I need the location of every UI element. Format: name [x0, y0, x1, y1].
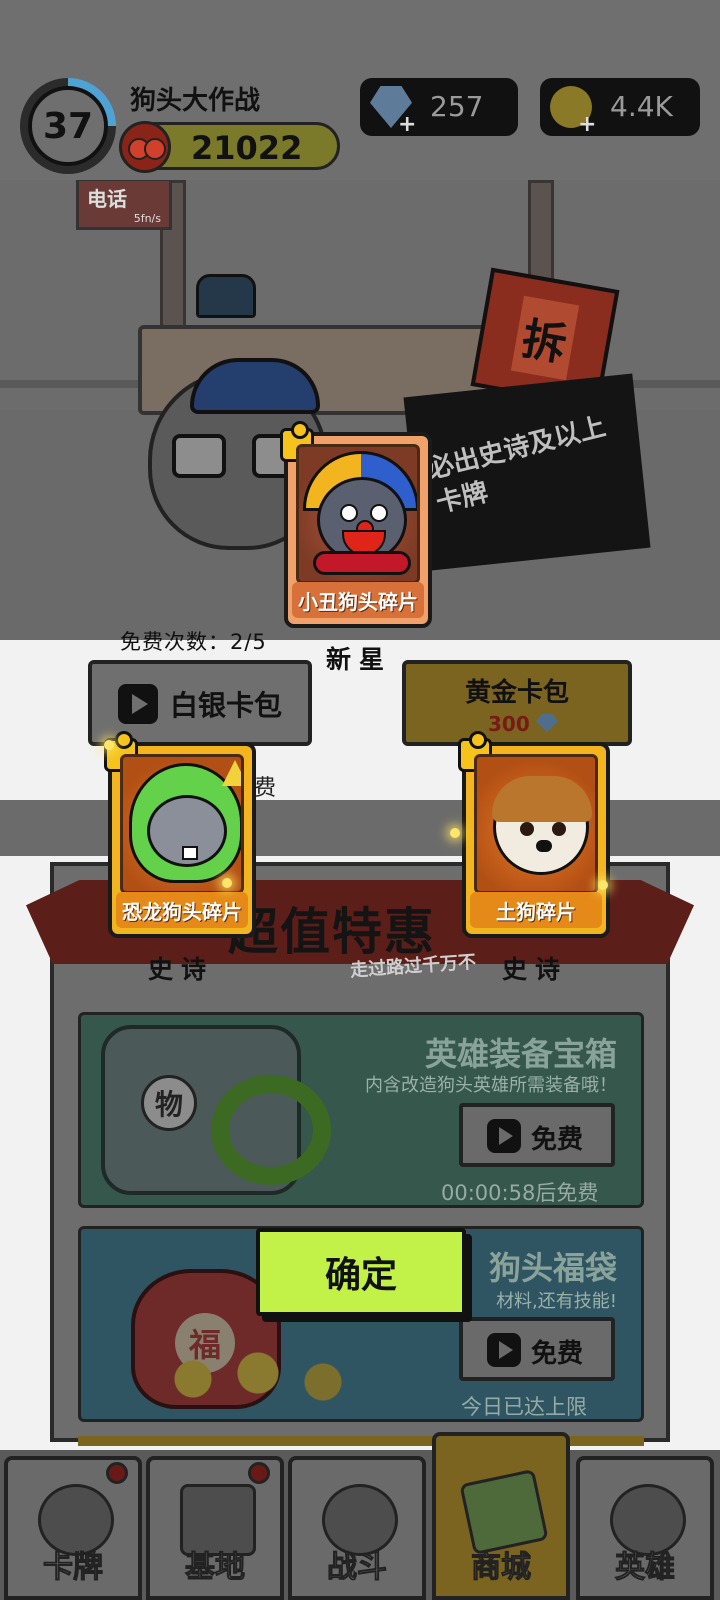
card-rarity: 史诗 — [148, 955, 215, 984]
reward-card-clown[interactable]: 小丑狗头碎片 — [280, 421, 432, 628]
sparkle-icon — [598, 880, 608, 890]
dino-hood-icon — [211, 1075, 331, 1185]
phone-sign-sub: 5fn/s — [133, 212, 161, 225]
coin-value: 4.4K — [610, 90, 673, 123]
gold-pack-button[interactable]: 黄金卡包 300 — [402, 660, 632, 746]
offer-card-desc: 材料,还有技能! — [496, 1291, 617, 1312]
top-bar: 37 狗头大作战 21022 + 257 + 4.4K — [0, 0, 720, 180]
level-number: 37 — [28, 86, 108, 166]
offer-card-title: 英雄装备宝箱 — [424, 1035, 617, 1073]
offer-card-desc: 内含改造狗头英雄所需装备哦！ — [365, 1075, 617, 1096]
diamond-icon — [536, 714, 558, 732]
dino-dog-face — [147, 795, 227, 867]
tab-label: 卡牌 — [43, 1550, 104, 1586]
silver-pack-free-text: 费 — [254, 776, 277, 801]
gem-counter[interactable]: + 257 — [360, 78, 518, 137]
phone-sign: 电话 5fn/s — [76, 180, 172, 230]
sparkle-icon — [222, 878, 232, 888]
add-coins-icon[interactable]: + — [578, 112, 596, 137]
gold-coins-icon — [141, 1349, 401, 1409]
tab-label: 基地 — [185, 1550, 246, 1586]
free-bag-button[interactable]: 免费 — [459, 1317, 615, 1381]
tab-battle[interactable]: 战斗 — [288, 1456, 426, 1600]
tab-base[interactable]: 基地 — [146, 1456, 284, 1600]
card-name: 恐龙狗头碎片 — [116, 892, 248, 928]
card-art — [474, 754, 598, 894]
gold-pack-price: 300 — [488, 712, 530, 736]
gold-pack-label: 黄金卡包 — [464, 678, 569, 708]
player-name: 狗头大作战 — [130, 86, 261, 116]
card-rarity: 史诗 — [502, 955, 569, 984]
add-gems-icon[interactable]: + — [398, 112, 416, 137]
video-play-icon — [487, 1333, 521, 1367]
chest-seal: 物 — [141, 1075, 197, 1131]
video-play-icon — [118, 684, 158, 724]
eye-icon — [552, 822, 566, 836]
sparkle-icon — [450, 828, 460, 838]
offer-card-timer: 00:00:58后免费 — [441, 1181, 599, 1205]
card-rarity: 新星 — [326, 645, 393, 674]
video-play-icon — [487, 1119, 521, 1153]
free-chest-button[interactable]: 免费 — [459, 1103, 615, 1167]
telephone-icon — [196, 274, 256, 318]
power-display: 21022 — [119, 121, 340, 173]
card-art — [120, 754, 244, 894]
tab-shop[interactable]: 商城 — [432, 1432, 570, 1600]
tab-heroes[interactable]: 英雄 — [576, 1456, 714, 1600]
coin-counter[interactable]: + 4.4K — [540, 78, 700, 137]
boxing-glove-icon — [119, 121, 171, 173]
free-draw-count: 免费次数：2/5 — [120, 630, 267, 654]
gem-value: 257 — [430, 90, 484, 123]
card-name: 土狗碎片 — [470, 892, 602, 928]
tab-label: 英雄 — [615, 1550, 676, 1586]
eye-icon — [370, 504, 388, 522]
glasses-icon — [172, 434, 226, 478]
fang-icon — [182, 846, 198, 860]
demolish-flag-text: 拆 — [510, 295, 580, 381]
tab-label: 战斗 — [327, 1550, 388, 1586]
card-name: 小丑狗头碎片 — [292, 582, 424, 618]
nose-icon — [536, 840, 552, 852]
silver-pack-label: 白银卡包 — [170, 689, 283, 722]
shiba-dog-face — [492, 776, 592, 875]
sparkle-icon — [104, 740, 114, 750]
reward-card-shiba[interactable]: 土狗碎片 — [458, 731, 610, 938]
reward-card-dino[interactable]: 恐龙狗头碎片 — [104, 731, 256, 938]
offer-card-title: 狗头福袋 — [488, 1249, 617, 1287]
offer-card-equipment-chest: 物 英雄装备宝箱 内含改造狗头英雄所需装备哦！ 免费 00:00:58后免费 — [78, 1012, 644, 1208]
tab-cards[interactable]: 卡牌 — [4, 1456, 142, 1600]
ruff-collar-icon — [313, 551, 411, 575]
eye-icon — [520, 822, 534, 836]
phone-sign-text: 电话 — [87, 187, 127, 211]
eye-icon — [340, 504, 358, 522]
cap-icon — [190, 358, 320, 414]
free-button-label: 免费 — [531, 1339, 584, 1369]
confirm-button[interactable]: 确定 — [256, 1228, 466, 1316]
notification-dot-icon — [106, 1462, 128, 1484]
card-art — [296, 444, 420, 584]
notification-dot-icon — [248, 1462, 270, 1484]
power-value: 21022 — [191, 129, 303, 167]
free-button-label: 免费 — [531, 1125, 584, 1155]
offer-card-status: 今日已达上限 — [461, 1395, 587, 1419]
level-badge[interactable]: 37 — [20, 78, 116, 174]
tab-label: 商城 — [471, 1550, 532, 1586]
